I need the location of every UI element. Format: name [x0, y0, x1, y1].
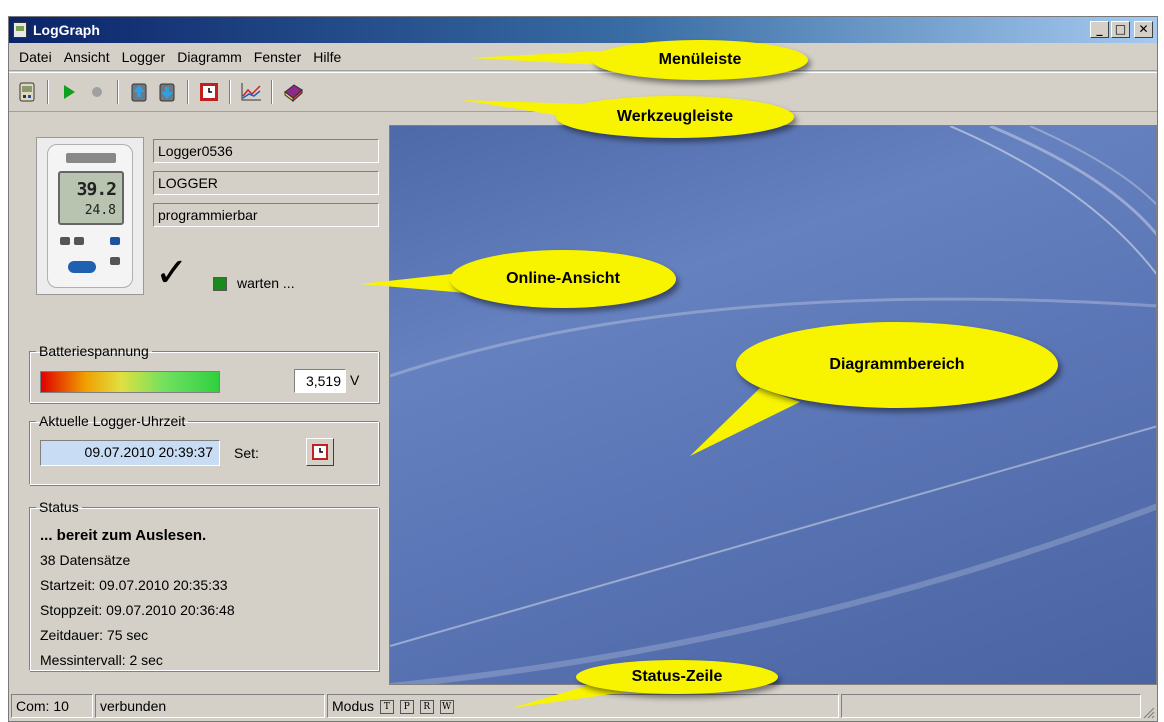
chart-icon[interactable]	[239, 80, 263, 104]
mode-flag-p: P	[399, 700, 414, 715]
device-button-icon	[110, 257, 120, 265]
callout-status-line: Status-Zeile	[576, 660, 778, 694]
set-clock-button[interactable]	[306, 438, 334, 466]
online-status-text: warten ...	[237, 275, 295, 291]
logger-icon[interactable]	[15, 80, 39, 104]
com-port: Com: 10	[11, 694, 93, 718]
menu-fenster[interactable]: Fenster	[248, 49, 307, 65]
logger-name-field: Logger0536	[153, 139, 379, 163]
close-button[interactable]: ✕	[1134, 21, 1153, 38]
clock-set-icon	[312, 444, 328, 460]
mode-label: Modus	[332, 698, 375, 714]
window-controls: _ □ ✕	[1090, 21, 1153, 38]
status-stop-time: Stoppzeit: 09.07.2010 20:36:48	[40, 602, 235, 618]
menu-diagramm[interactable]: Diagramm	[171, 49, 248, 65]
logger-clock-group: Aktuelle Logger-Uhrzeit 09.07.2010 20:39…	[29, 413, 379, 485]
toolbar-separator	[117, 80, 119, 104]
set-label: Set:	[234, 445, 259, 461]
clock-set-icon[interactable]	[197, 80, 221, 104]
status-group: Status ... bereit zum Auslesen. 38 Daten…	[29, 499, 379, 671]
status-interval: Messintervall: 2 sec	[40, 652, 163, 668]
device-image: 39.2 24.8	[36, 137, 144, 295]
mode-panel: Modus T P R W	[327, 694, 839, 718]
device-display: 39.2 24.8	[58, 171, 124, 225]
toolbar-separator	[47, 80, 49, 104]
status-bar: Com: 10 verbunden Modus T P R W	[9, 691, 1157, 721]
mode-flag-r: R	[419, 700, 434, 715]
status-start-time: Startzeit: 09.07.2010 20:35:33	[40, 577, 228, 593]
book-icon[interactable]	[281, 80, 305, 104]
play-icon[interactable]	[57, 80, 81, 104]
battery-bar	[40, 371, 220, 393]
battery-group: Batteriespannung 3,519 V	[29, 343, 379, 403]
menu-ansicht[interactable]: Ansicht	[58, 49, 116, 65]
window-title: LogGraph	[33, 22, 100, 38]
callout-menu: Menüleiste	[592, 40, 808, 80]
logger-clock-legend: Aktuelle Logger-Uhrzeit	[39, 413, 186, 429]
logger-type-field: LOGGER	[153, 171, 379, 195]
battery-value: 3,519	[294, 369, 346, 393]
record-icon[interactable]	[85, 80, 109, 104]
minimize-button[interactable]: _	[1090, 21, 1109, 38]
toolbar-separator	[229, 80, 231, 104]
mode-flag-t: T	[379, 700, 394, 715]
upload-icon[interactable]	[127, 80, 151, 104]
left-panel: 39.2 24.8 Logger0536 LOGGER programmierb…	[11, 117, 385, 677]
toolbar-separator	[271, 80, 273, 104]
device-logo-icon	[68, 261, 96, 273]
battery-unit: V	[350, 372, 360, 388]
callout-diagram-area: Diagrammbereich	[736, 322, 1058, 408]
battery-legend: Batteriespannung	[39, 343, 149, 359]
diagram-area[interactable]	[389, 125, 1157, 685]
status-led-icon	[213, 277, 227, 291]
status-duration: Zeitdauer: 75 sec	[40, 627, 149, 643]
connection-status: verbunden	[95, 694, 325, 718]
maximize-button[interactable]: □	[1111, 21, 1130, 38]
toolbar-separator	[187, 80, 189, 104]
status-headline: ... bereit zum Auslesen.	[40, 527, 207, 544]
diagram-background	[390, 126, 1156, 684]
device-button-icon	[74, 237, 84, 245]
status-records: 38 Datensätze	[40, 552, 131, 568]
menu-logger[interactable]: Logger	[116, 49, 172, 65]
title-bar[interactable]: LogGraph _ □ ✕	[9, 17, 1157, 43]
device-button-icon	[110, 237, 120, 245]
status-legend: Status	[39, 499, 79, 515]
app-icon	[13, 22, 27, 38]
checkmark-icon: ✓	[155, 250, 189, 296]
mode-flag-w: W	[439, 700, 454, 715]
menu-hilfe[interactable]: Hilfe	[307, 49, 347, 65]
menu-bar: Datei Ansicht Logger Diagramm Fenster Hi…	[9, 43, 1157, 71]
download-icon[interactable]	[155, 80, 179, 104]
resize-grip-icon[interactable]	[1141, 705, 1155, 719]
logger-clock-field[interactable]: 09.07.2010 20:39:37	[40, 440, 220, 466]
status-bar-empty	[841, 694, 1141, 718]
menu-datei[interactable]: Datei	[13, 49, 58, 65]
display-value-big: 39.2	[76, 179, 117, 200]
logger-mode-field: programmierbar	[153, 203, 379, 227]
callout-toolbar: Werkzeugleiste	[556, 96, 794, 138]
callout-online-view: Online-Ansicht	[450, 250, 676, 308]
device-button-icon	[60, 237, 70, 245]
display-value-small: 24.8	[84, 203, 116, 218]
